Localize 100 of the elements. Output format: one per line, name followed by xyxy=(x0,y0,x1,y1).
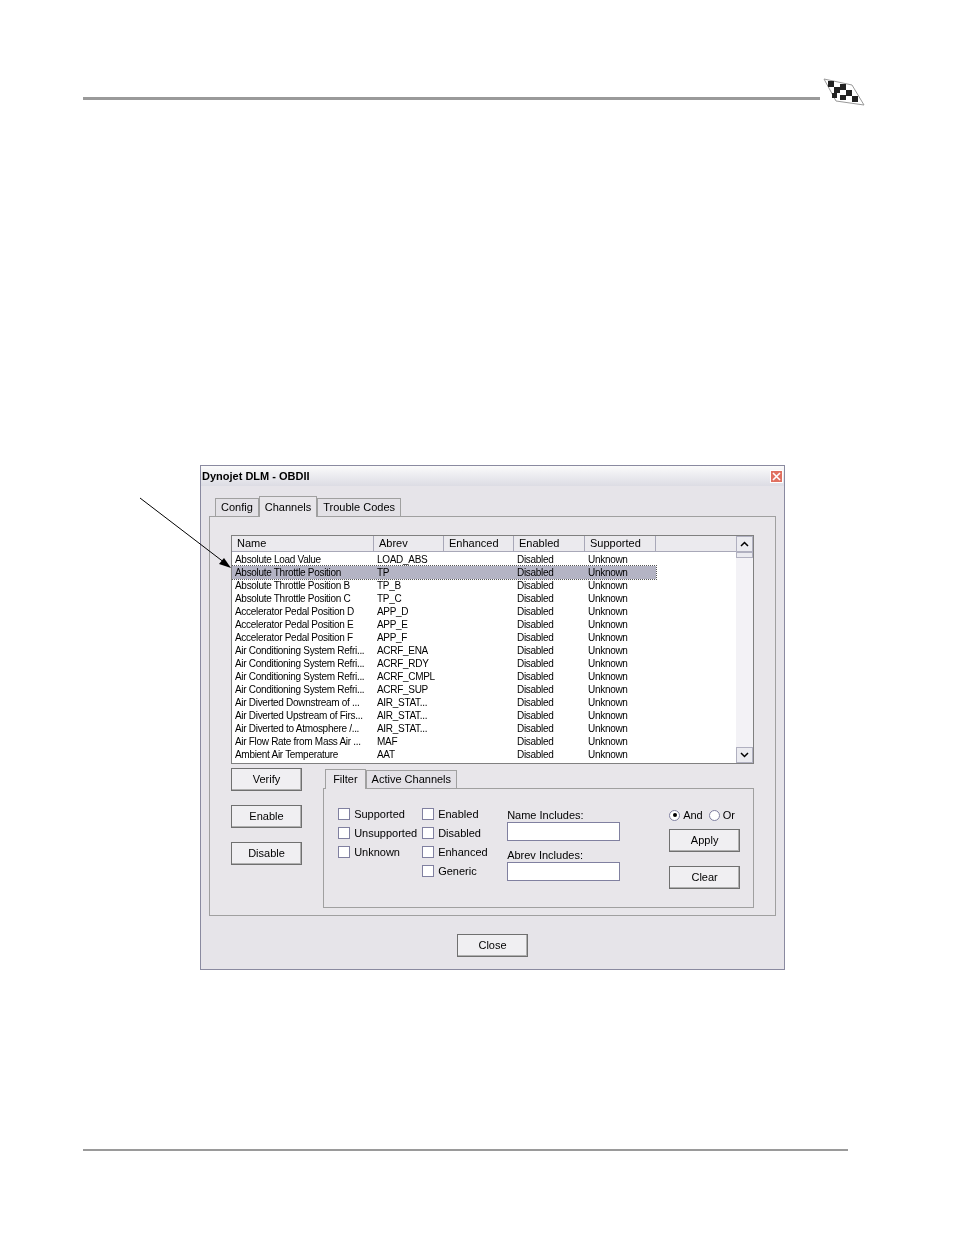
table-cell: APP_D xyxy=(377,606,409,617)
checkbox-label: Disabled xyxy=(438,825,481,841)
tab[interactable]: Filter xyxy=(325,769,366,789)
table-cell: Disabled xyxy=(517,632,554,643)
table-cell: TP_B xyxy=(377,580,401,591)
table-cell: Unknown xyxy=(588,645,628,656)
table-cell: Disabled xyxy=(517,593,554,604)
table-cell: ACRF_RDY xyxy=(377,658,429,669)
checkbox[interactable] xyxy=(422,808,435,820)
checkbox[interactable] xyxy=(338,846,351,858)
table-cell: Unknown xyxy=(588,632,628,643)
table-cell: TP_C xyxy=(377,593,402,604)
field-label: Name Includes: xyxy=(507,808,585,821)
table-cell: Disabled xyxy=(517,658,554,669)
table-cell: Disabled xyxy=(517,723,554,734)
table-cell: Accelerator Pedal Position D xyxy=(235,606,354,617)
table-cell: Accelerator Pedal Position F xyxy=(235,632,353,643)
table-cell: APP_E xyxy=(377,619,408,630)
table-cell: Unknown xyxy=(588,580,628,591)
action-button[interactable]: Apply xyxy=(669,829,741,852)
radio-button[interactable] xyxy=(708,809,720,821)
table-cell: AIR_STAT... xyxy=(377,723,428,734)
checkbox[interactable] xyxy=(422,865,435,877)
table-cell: TP xyxy=(377,567,390,578)
checkbox-label: Generic xyxy=(438,863,477,879)
table-cell: Unknown xyxy=(588,671,628,682)
checkbox-label: Enhanced xyxy=(438,844,488,860)
tab[interactable]: Active Channels xyxy=(365,770,458,788)
table-cell: Air Diverted Upstream of Firs... xyxy=(235,710,363,721)
table-cell: AIR_STAT... xyxy=(377,697,428,708)
scroll-up-icon[interactable] xyxy=(736,536,753,552)
scroll-thumb[interactable] xyxy=(736,552,753,558)
radio-button[interactable] xyxy=(669,809,681,821)
table-cell: ACRF_CMPL xyxy=(377,671,435,682)
table-cell: Disabled xyxy=(517,567,554,578)
table-cell: Disabled xyxy=(517,684,554,695)
table-cell: Unknown xyxy=(588,749,628,760)
table-cell: MAF xyxy=(377,736,398,747)
checkbox[interactable] xyxy=(338,808,351,820)
table-cell: Air Conditioning System Refri... xyxy=(235,658,365,669)
table-cell: Disabled xyxy=(517,580,554,591)
table-cell: Unknown xyxy=(588,658,628,669)
close-button[interactable]: Close xyxy=(457,934,528,957)
column-header[interactable]: Abrev xyxy=(374,536,444,552)
table-cell: Disabled xyxy=(517,645,554,656)
checkbox-label: Enabled xyxy=(438,806,479,822)
table-cell: Disabled xyxy=(517,619,554,630)
table-cell: Disabled xyxy=(517,749,554,760)
action-button[interactable]: Disable xyxy=(231,842,302,865)
scroll-down-icon[interactable] xyxy=(736,747,753,763)
action-button[interactable]: Verify xyxy=(231,768,302,791)
table-cell: Air Conditioning System Refri... xyxy=(235,671,365,682)
checkbox-label: Supported xyxy=(354,806,405,822)
table-cell: Absolute Throttle Position B xyxy=(235,580,350,591)
radio-label: Or xyxy=(722,807,735,823)
table-cell: Air Conditioning System Refri... xyxy=(235,645,365,656)
column-header[interactable]: Supported xyxy=(585,536,656,552)
table-cell: Unknown xyxy=(588,697,628,708)
table-cell: Unknown xyxy=(588,684,628,695)
table-cell: ACRF_SUP xyxy=(377,684,428,695)
table-cell: Unknown xyxy=(588,710,628,721)
table-cell: Air Diverted Downstream of ... xyxy=(235,697,360,708)
table-cell: Unknown xyxy=(588,736,628,747)
table-cell: ACRF_ENA xyxy=(377,645,428,656)
action-button[interactable]: Enable xyxy=(231,805,302,828)
input-field[interactable] xyxy=(507,822,621,841)
table-cell: Unknown xyxy=(588,567,628,578)
input-field[interactable] xyxy=(507,862,621,881)
close-icon[interactable] xyxy=(770,469,783,483)
column-header[interactable]: Enhanced xyxy=(444,536,514,552)
window-title: Dynojet DLM - OBDII xyxy=(202,468,310,484)
table-cell: Disabled xyxy=(517,671,554,682)
table-cell: Disabled xyxy=(517,554,554,565)
table-cell: Unknown xyxy=(588,554,628,565)
tab[interactable]: Trouble Codes xyxy=(317,498,402,516)
table-cell: Air Diverted to Atmosphere /... xyxy=(235,723,360,734)
checkbox[interactable] xyxy=(422,846,435,858)
table-row[interactable]: Absolute Throttle Position TP Disabled Unknown xyxy=(232,566,656,579)
tab[interactable]: Config xyxy=(215,498,259,516)
table-cell: Air Flow Rate from Mass Air ... xyxy=(235,736,361,747)
table-cell: LOAD_ABS xyxy=(377,554,428,565)
checkbox-label: Unknown xyxy=(354,844,400,860)
table-cell: AIR_STAT... xyxy=(377,710,428,721)
tab[interactable]: Channels xyxy=(258,496,318,517)
table-cell: Ambient Air Temperature xyxy=(235,749,338,760)
field-label: Abrev Includes: xyxy=(507,848,584,861)
table-cell: Disabled xyxy=(517,606,554,617)
table-cell: Absolute Load Value xyxy=(235,554,321,565)
table-cell: Unknown xyxy=(588,619,628,630)
table-cell: Unknown xyxy=(588,593,628,604)
table-cell: Absolute Throttle Position C xyxy=(235,593,351,604)
checkbox[interactable] xyxy=(338,827,351,839)
table-cell: Absolute Throttle Position xyxy=(235,567,341,578)
table-cell: AAT xyxy=(377,749,395,760)
column-header[interactable]: Enabled xyxy=(514,536,585,552)
checkbox[interactable] xyxy=(422,827,435,839)
table-cell: Air Conditioning System Refri... xyxy=(235,684,365,695)
action-button[interactable]: Clear xyxy=(669,866,741,889)
column-header[interactable]: Name xyxy=(232,536,374,552)
checkbox-label: Unsupported xyxy=(354,825,418,841)
